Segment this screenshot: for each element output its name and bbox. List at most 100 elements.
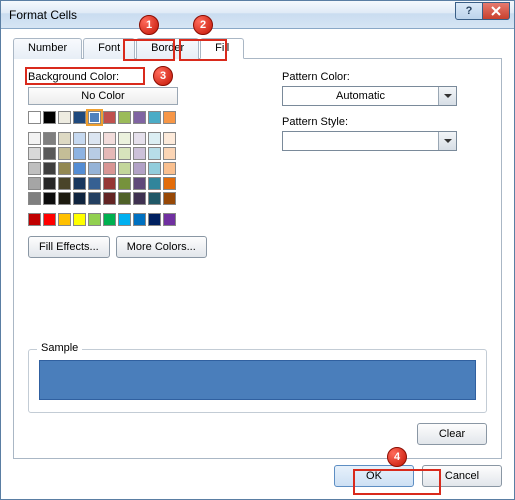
clear-button[interactable]: Clear bbox=[417, 423, 487, 445]
tab-content-fill: Background Color: No Color Fill Effects.… bbox=[13, 59, 502, 459]
pattern-style-combo[interactable] bbox=[282, 131, 457, 151]
color-swatch[interactable] bbox=[58, 213, 71, 226]
window-controls: ? bbox=[456, 2, 510, 20]
tab-border[interactable]: Border bbox=[136, 38, 199, 59]
tab-number[interactable]: Number bbox=[13, 38, 82, 59]
color-swatch[interactable] bbox=[73, 132, 86, 145]
color-swatch[interactable] bbox=[28, 111, 41, 124]
color-swatch[interactable] bbox=[103, 132, 116, 145]
no-color-button[interactable]: No Color bbox=[28, 87, 178, 105]
color-swatch[interactable] bbox=[163, 213, 176, 226]
color-swatch[interactable] bbox=[58, 177, 71, 190]
color-swatch[interactable] bbox=[88, 147, 101, 160]
color-swatch[interactable] bbox=[133, 162, 146, 175]
color-swatch[interactable] bbox=[163, 132, 176, 145]
color-swatch[interactable] bbox=[118, 132, 131, 145]
pattern-color-value: Automatic bbox=[283, 87, 438, 105]
color-swatch[interactable] bbox=[43, 162, 56, 175]
color-swatch[interactable] bbox=[73, 177, 86, 190]
dialog-body: Number Font Border Fill Background Color… bbox=[1, 29, 514, 499]
ok-button[interactable]: OK bbox=[334, 465, 414, 487]
color-swatch[interactable] bbox=[28, 147, 41, 160]
color-swatch[interactable] bbox=[118, 177, 131, 190]
pattern-color-combo[interactable]: Automatic bbox=[282, 86, 457, 106]
right-column: Pattern Color: Automatic Pattern Style: bbox=[282, 71, 477, 151]
chevron-down-icon bbox=[438, 87, 456, 105]
color-swatch[interactable] bbox=[148, 132, 161, 145]
color-swatch[interactable] bbox=[28, 132, 41, 145]
chevron-down-icon bbox=[438, 132, 456, 150]
color-swatch[interactable] bbox=[118, 111, 131, 124]
color-swatch[interactable] bbox=[43, 177, 56, 190]
help-button[interactable]: ? bbox=[455, 2, 483, 20]
tabstrip: Number Font Border Fill bbox=[13, 37, 502, 59]
color-swatch[interactable] bbox=[43, 147, 56, 160]
color-swatch[interactable] bbox=[28, 192, 41, 205]
color-swatch[interactable] bbox=[58, 132, 71, 145]
color-swatch[interactable] bbox=[58, 162, 71, 175]
color-swatch[interactable] bbox=[133, 132, 146, 145]
tab-fill[interactable]: Fill bbox=[200, 38, 244, 59]
color-swatch[interactable] bbox=[118, 162, 131, 175]
color-swatch[interactable] bbox=[103, 192, 116, 205]
format-cells-dialog: Format Cells ? Number Font Border Fill B… bbox=[0, 0, 515, 500]
pattern-style-value bbox=[283, 132, 438, 150]
color-swatch[interactable] bbox=[133, 111, 146, 124]
color-swatch[interactable] bbox=[148, 213, 161, 226]
color-swatch[interactable] bbox=[43, 213, 56, 226]
color-swatch[interactable] bbox=[58, 192, 71, 205]
color-swatch[interactable] bbox=[133, 213, 146, 226]
color-swatch[interactable] bbox=[163, 162, 176, 175]
color-swatch[interactable] bbox=[103, 147, 116, 160]
window-title: Format Cells bbox=[9, 8, 77, 22]
color-swatch[interactable] bbox=[118, 213, 131, 226]
color-swatch[interactable] bbox=[88, 162, 101, 175]
color-swatch[interactable] bbox=[73, 147, 86, 160]
color-swatch[interactable] bbox=[28, 213, 41, 226]
pattern-color-label: Pattern Color: bbox=[282, 71, 350, 83]
color-swatch[interactable] bbox=[163, 177, 176, 190]
color-swatch[interactable] bbox=[88, 111, 101, 124]
color-swatch[interactable] bbox=[133, 192, 146, 205]
color-swatch[interactable] bbox=[148, 147, 161, 160]
color-swatch[interactable] bbox=[148, 177, 161, 190]
color-swatch[interactable] bbox=[73, 192, 86, 205]
cancel-button[interactable]: Cancel bbox=[422, 465, 502, 487]
color-swatch[interactable] bbox=[163, 192, 176, 205]
background-color-label: Background Color: bbox=[28, 71, 119, 83]
color-swatch[interactable] bbox=[163, 147, 176, 160]
sample-preview bbox=[39, 360, 476, 400]
color-swatch[interactable] bbox=[103, 213, 116, 226]
color-swatch[interactable] bbox=[43, 192, 56, 205]
color-swatch[interactable] bbox=[148, 192, 161, 205]
close-button[interactable] bbox=[482, 2, 510, 20]
color-swatch[interactable] bbox=[58, 111, 71, 124]
color-swatch[interactable] bbox=[88, 177, 101, 190]
color-swatch[interactable] bbox=[28, 162, 41, 175]
color-swatch[interactable] bbox=[58, 147, 71, 160]
tab-font[interactable]: Font bbox=[83, 38, 135, 59]
color-swatch[interactable] bbox=[43, 132, 56, 145]
color-swatch[interactable] bbox=[88, 192, 101, 205]
color-swatch[interactable] bbox=[73, 162, 86, 175]
color-swatch[interactable] bbox=[73, 111, 86, 124]
fill-effects-button[interactable]: Fill Effects... bbox=[28, 236, 110, 258]
color-swatch[interactable] bbox=[88, 213, 101, 226]
more-colors-button[interactable]: More Colors... bbox=[116, 236, 207, 258]
color-swatch[interactable] bbox=[148, 111, 161, 124]
color-swatch[interactable] bbox=[163, 111, 176, 124]
color-swatch[interactable] bbox=[73, 213, 86, 226]
color-swatch[interactable] bbox=[133, 177, 146, 190]
color-swatch[interactable] bbox=[133, 147, 146, 160]
color-swatch[interactable] bbox=[103, 111, 116, 124]
color-swatch[interactable] bbox=[28, 177, 41, 190]
color-swatch[interactable] bbox=[148, 162, 161, 175]
footer-buttons: OK Cancel bbox=[334, 465, 502, 487]
color-swatch[interactable] bbox=[88, 132, 101, 145]
left-column: Background Color: No Color Fill Effects.… bbox=[28, 71, 246, 258]
color-swatch[interactable] bbox=[118, 147, 131, 160]
color-swatch[interactable] bbox=[43, 111, 56, 124]
color-swatch[interactable] bbox=[103, 162, 116, 175]
color-swatch[interactable] bbox=[103, 177, 116, 190]
color-swatch[interactable] bbox=[118, 192, 131, 205]
